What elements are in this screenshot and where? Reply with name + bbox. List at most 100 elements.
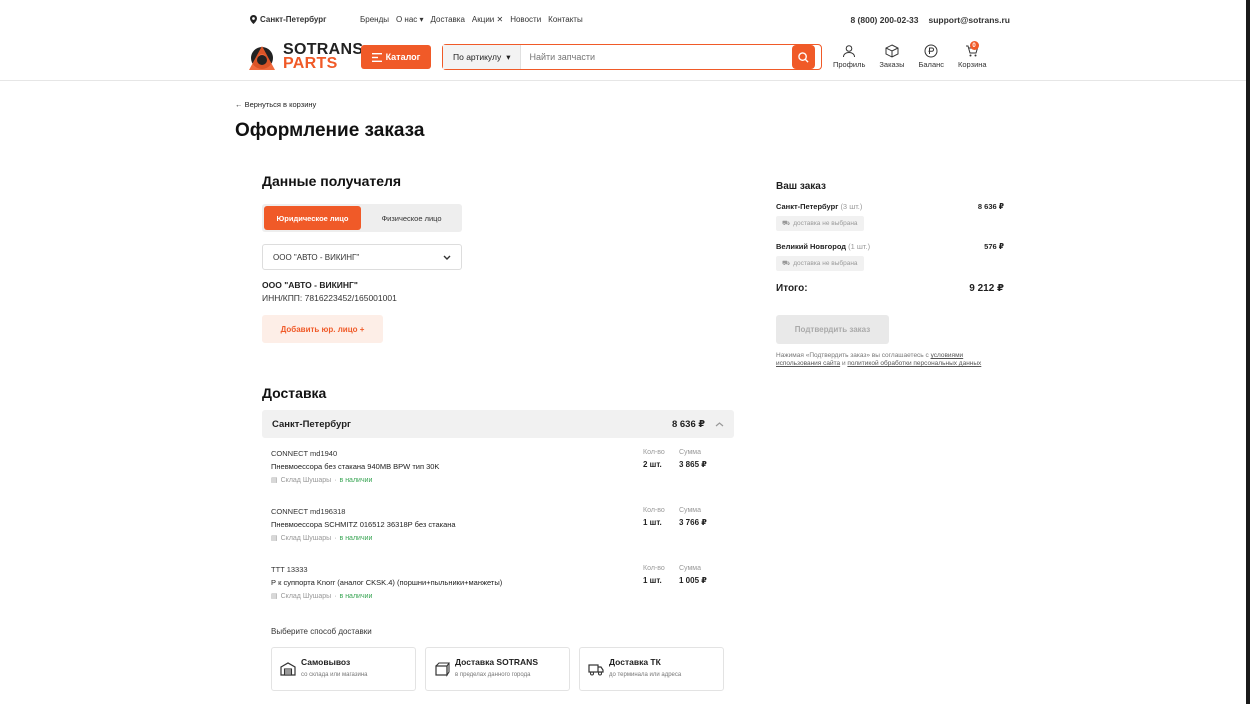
search-mode-label: По артикулу xyxy=(453,52,502,62)
summary-price: 576 ₽ xyxy=(984,242,1004,251)
organization-select-value: ООО "АВТО - ВИКИНГ" xyxy=(273,252,360,262)
item-stock: ▤ Склад Шушары · в наличии xyxy=(271,534,373,543)
delivery-status-chip: ⛟ доставка не выбрана xyxy=(776,216,864,231)
item-qty: 1 шт. xyxy=(643,576,662,585)
courier-box-icon xyxy=(435,662,450,677)
item-brand-article: CONNECT md1940 xyxy=(271,449,338,458)
nav-about[interactable]: О нас ▾ xyxy=(396,15,424,24)
item-qty: 2 шт. xyxy=(643,460,662,469)
search-mode-select[interactable]: По артикулу ▾ xyxy=(443,45,522,69)
header-divider xyxy=(0,80,1250,81)
top-nav: Бренды О нас ▾ Доставка Акции ✕ Новости … xyxy=(360,15,583,24)
window-edge xyxy=(1246,0,1250,704)
balance-button[interactable]: Баланс xyxy=(918,44,944,69)
stock-place: Склад Шушары xyxy=(280,476,332,484)
box-icon xyxy=(885,44,899,58)
delivery-option-subtitle: со склада или магазина xyxy=(301,672,368,678)
caret-down-icon: ▾ xyxy=(506,51,511,62)
total-value: 9 212 ₽ xyxy=(969,283,1004,294)
truck-icon: ⛟ xyxy=(782,220,791,227)
nav-brands[interactable]: Бренды xyxy=(360,15,389,24)
order-item: TTT 13333 Р к суппорта Knorr (аналог CKS… xyxy=(271,565,731,613)
logo-text-parts: PARTS xyxy=(283,55,338,72)
delivery-city-total: 8 636 ₽ xyxy=(671,418,705,430)
search-icon xyxy=(798,51,809,63)
delivery-option-subtitle: до терминала или адреса xyxy=(609,672,682,678)
stock-place: Склад Шушары xyxy=(280,592,332,600)
item-description: Пневмоессора SCHMITZ 016512 36318P без с… xyxy=(271,520,456,529)
nav-promo[interactable]: Акции ✕ xyxy=(472,15,503,24)
delivery-option-title: Доставка SOTRANS xyxy=(455,657,538,667)
delivery-option-title: Самовывоз xyxy=(301,657,351,667)
back-to-cart-link[interactable]: ← Вернуться в корзину xyxy=(235,100,316,109)
truck-icon xyxy=(588,664,604,676)
order-item: CONNECT md1940 Пневмоессора без стакана … xyxy=(271,449,731,497)
sum-label: Сумма xyxy=(679,507,701,514)
header: SOTRANS PARTS Каталог По артикулу ▾ Проф… xyxy=(245,40,1015,80)
catalog-button[interactable]: Каталог xyxy=(361,45,431,69)
cart-label: Корзина xyxy=(958,60,987,69)
summary-row: Великий Новгород (1 шт.) 576 ₽ xyxy=(776,242,1004,251)
contacts: 8 (800) 200-02-33 support@sotrans.ru xyxy=(850,15,1010,25)
tab-individual[interactable]: Физическое лицо xyxy=(363,206,460,230)
summary-row: Санкт-Петербург (3 шт.) 8 636 ₽ xyxy=(776,202,1004,211)
privacy-policy-link[interactable]: политикой обработки персональных данных xyxy=(847,360,981,367)
organization-select[interactable]: ООО "АВТО - ВИКИНГ" xyxy=(262,244,462,270)
item-brand-article: CONNECT md196318 xyxy=(271,507,346,516)
delivery-option-subtitle: в пределах данного города xyxy=(455,672,531,678)
ruble-coin-icon xyxy=(924,44,938,58)
delivery-status-chip: ⛟ доставка не выбрана xyxy=(776,256,864,271)
summary-count: (1 шт.) xyxy=(848,242,871,251)
city-label: Санкт-Петербург xyxy=(260,15,327,24)
email-link[interactable]: support@sotrans.ru xyxy=(929,15,1011,25)
item-description: Пневмоессора без стакана 940MB BPW тип 3… xyxy=(271,462,440,471)
organization-inn: ИНН/КПП: 7816223452/165001001 xyxy=(262,293,397,303)
delivery-city-name: Санкт-Петербург xyxy=(272,418,351,430)
stock-place: Склад Шушары xyxy=(280,534,332,542)
delivery-status-text: доставка не выбрана xyxy=(793,260,858,267)
warehouse-icon: ▤ xyxy=(271,535,278,542)
orders-button[interactable]: Заказы xyxy=(879,44,904,69)
add-legal-entity-button[interactable]: Добавить юр. лицо + xyxy=(262,315,383,343)
delivery-option-pickup[interactable]: Самовывоз со склада или магазина xyxy=(271,647,416,691)
summary-price: 8 636 ₽ xyxy=(977,202,1004,211)
total-label: Итого: xyxy=(776,283,808,294)
qty-label: Кол-во xyxy=(643,565,665,572)
confirm-order-button[interactable]: Подтвердить заказ xyxy=(776,315,889,344)
summary-count: (3 шт.) xyxy=(840,202,863,211)
top-bar: Санкт-Петербург Бренды О нас ▾ Доставка … xyxy=(250,15,1010,29)
item-sum: 3 766 ₽ xyxy=(679,518,707,527)
nav-delivery[interactable]: Доставка xyxy=(431,15,465,24)
delivery-city-header[interactable]: Санкт-Петербург 8 636 ₽ xyxy=(262,410,734,438)
cart-count-badge: 0 xyxy=(969,41,979,50)
delivery-option-sotrans[interactable]: Доставка SOTRANS в пределах данного горо… xyxy=(425,647,570,691)
truck-icon: ⛟ xyxy=(782,260,791,267)
nav-contacts[interactable]: Контакты xyxy=(548,15,583,24)
search-input[interactable] xyxy=(521,52,821,62)
catalog-menu-icon xyxy=(371,52,382,62)
item-sum: 3 865 ₽ xyxy=(679,460,707,469)
search-button[interactable] xyxy=(792,45,815,69)
logo[interactable]: SOTRANS PARTS xyxy=(245,42,363,72)
stock-status: в наличии xyxy=(339,592,373,600)
qty-label: Кол-во xyxy=(643,507,665,514)
city-selector[interactable]: Санкт-Петербург xyxy=(250,15,327,24)
item-description: Р к суппорта Knorr (аналог CKSK.4) (порш… xyxy=(271,578,503,587)
chevron-up-icon xyxy=(715,421,724,426)
nav-news[interactable]: Новости xyxy=(510,15,541,24)
catalog-label: Каталог xyxy=(385,52,421,62)
profile-button[interactable]: Профиль xyxy=(833,44,865,69)
delivery-option-tk[interactable]: Доставка ТК до терминала или адреса xyxy=(579,647,724,691)
sum-label: Сумма xyxy=(679,449,701,456)
tab-legal-entity[interactable]: Юридическое лицо xyxy=(264,206,361,230)
page-title: Оформление заказа xyxy=(235,120,425,141)
location-pin-icon xyxy=(250,15,257,24)
cart-button[interactable]: 0 Корзина xyxy=(958,41,987,69)
delivery-method-prompt: Выберите способ доставки xyxy=(271,627,372,636)
qty-label: Кол-во xyxy=(643,449,665,456)
stock-status: в наличии xyxy=(339,476,373,484)
phone-link[interactable]: 8 (800) 200-02-33 xyxy=(850,15,918,25)
order-summary-title: Ваш заказ xyxy=(776,181,826,192)
order-total: Итого: 9 212 ₽ xyxy=(776,283,1004,294)
delivery-status-text: доставка не выбрана xyxy=(793,220,858,227)
